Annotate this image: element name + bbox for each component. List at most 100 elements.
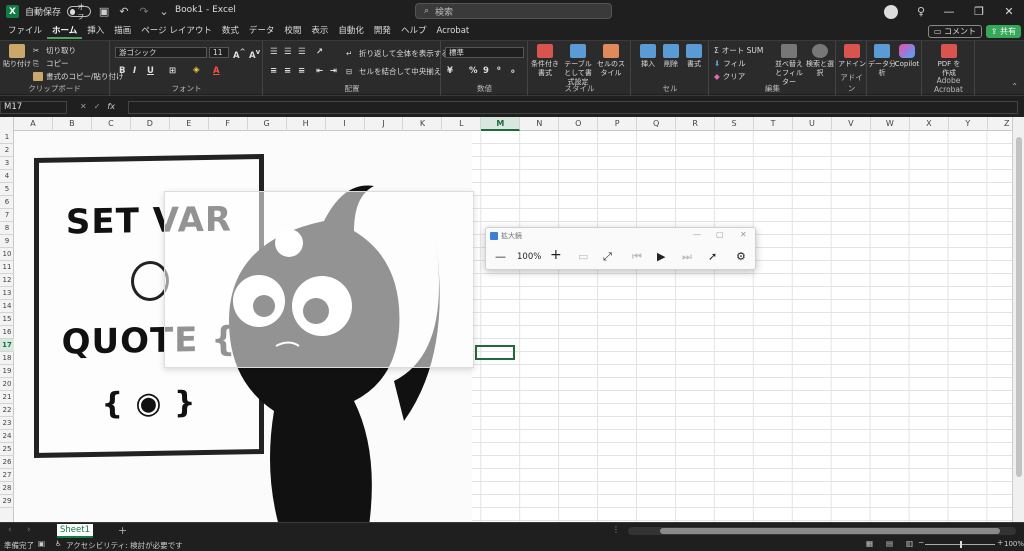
row-header-19[interactable]: 19 (0, 365, 14, 378)
vertical-scroll-thumb[interactable] (1016, 137, 1022, 477)
close-button[interactable]: ✕ (994, 5, 1024, 18)
row-header-12[interactable]: 12 (0, 274, 14, 287)
column-header-v[interactable]: V (832, 117, 871, 131)
row-header-18[interactable]: 18 (0, 352, 14, 365)
font-name-select[interactable]: 游ゴシック (115, 47, 207, 58)
row-header-26[interactable]: 26 (0, 456, 14, 469)
row-header-16[interactable]: 16 (0, 326, 14, 339)
row-header-3[interactable]: 3 (0, 157, 14, 170)
row-header-7[interactable]: 7 (0, 209, 14, 222)
row-header-24[interactable]: 24 (0, 430, 14, 443)
column-header-h[interactable]: H (287, 117, 326, 131)
tab-5[interactable]: 数式 (217, 23, 244, 39)
column-header-a[interactable]: A (14, 117, 53, 131)
cell-styles-button[interactable]: セルのスタイル (597, 44, 625, 78)
play-icon[interactable]: ▶ (657, 250, 665, 263)
column-header-x[interactable]: X (910, 117, 949, 131)
status-zoom-level[interactable]: 100% (1004, 540, 1024, 548)
expand-icon[interactable]: ⤢ (603, 250, 612, 264)
row-header-10[interactable]: 10 (0, 248, 14, 261)
zoom-out-button[interactable]: — (495, 250, 506, 263)
column-header-o[interactable]: O (559, 117, 599, 131)
collapse-ribbon-icon[interactable]: ⌃ (1011, 82, 1018, 91)
magnifier-close-button[interactable]: ✕ (740, 230, 747, 239)
column-header-m[interactable]: M (481, 117, 521, 131)
cut-button[interactable]: ✂ 切り取り (33, 45, 76, 56)
insert-function-icon[interactable]: fx (107, 102, 115, 111)
align-bottom-icon[interactable]: ☰ (298, 47, 306, 57)
column-header-e[interactable]: E (170, 117, 209, 131)
column-header-s[interactable]: S (715, 117, 755, 131)
orientation-icon[interactable]: ↗ (316, 47, 323, 57)
normal-view-icon[interactable]: ▦ (866, 539, 873, 548)
share-button[interactable]: ⇪ 共有 (985, 25, 1021, 38)
fill-button[interactable]: ⬇ フィル (714, 58, 746, 69)
customize-qat-icon[interactable]: ⌄ (157, 5, 171, 18)
decrease-decimal-icon[interactable]: ₀ (511, 66, 515, 76)
clear-button[interactable]: ◆ クリア (714, 71, 745, 82)
row-header-17[interactable]: 17 (0, 339, 14, 352)
accessibility-icon[interactable]: ♿ (55, 539, 62, 548)
horizontal-scrollbar[interactable] (628, 527, 1016, 535)
enter-icon[interactable]: ✓ (94, 102, 101, 111)
row-header-6[interactable]: 6 (0, 196, 14, 209)
row-header-11[interactable]: 11 (0, 261, 14, 274)
column-header-d[interactable]: D (131, 117, 170, 131)
row-header-15[interactable]: 15 (0, 313, 14, 326)
settings-gear-icon[interactable]: ⚙ (736, 250, 746, 263)
fit-icon[interactable]: ▭ (578, 250, 588, 263)
next-icon[interactable]: ⏭ (682, 250, 692, 264)
minimize-button[interactable]: — (934, 5, 964, 18)
magnifier-maximize-button[interactable]: ▢ (716, 230, 724, 239)
tab-11[interactable]: ヘルプ (396, 23, 432, 39)
magnifier-minimize-button[interactable]: — (693, 230, 701, 239)
lightbulb-icon[interactable]: ♀ (908, 5, 934, 18)
indent-icon[interactable]: ⇤ (316, 66, 323, 76)
undo-icon[interactable]: ↶ (117, 5, 131, 18)
copilot-button[interactable]: Copilot (893, 44, 921, 69)
column-header-l[interactable]: L (442, 117, 482, 131)
row-header-22[interactable]: 22 (0, 404, 14, 417)
tab-12[interactable]: Acrobat (431, 23, 474, 39)
column-header-b[interactable]: B (53, 117, 92, 131)
row-header-28[interactable]: 28 (0, 482, 14, 495)
percent-icon[interactable]: % (469, 66, 478, 76)
font-size-select[interactable]: 11 (209, 47, 229, 58)
name-box[interactable]: M17 (0, 101, 67, 114)
increase-decimal-icon[interactable]: ⁰ (497, 66, 501, 76)
cancel-icon[interactable]: ✕ (80, 102, 87, 111)
font-color-icon[interactable]: A (213, 66, 220, 76)
row-header-13[interactable]: 13 (0, 287, 14, 300)
tab-10[interactable]: 開発 (369, 23, 396, 39)
increase-font-icon[interactable]: A^ (233, 47, 246, 61)
column-header-n[interactable]: N (520, 117, 560, 131)
column-header-k[interactable]: K (404, 117, 443, 131)
tab-8[interactable]: 表示 (306, 23, 333, 39)
column-header-c[interactable]: C (92, 117, 131, 131)
comma-icon[interactable]: 9 (483, 66, 489, 76)
row-header-4[interactable]: 4 (0, 170, 14, 183)
column-header-p[interactable]: P (598, 117, 638, 131)
column-header-f[interactable]: F (209, 117, 248, 131)
row-header-25[interactable]: 25 (0, 443, 14, 456)
column-header-g[interactable]: G (248, 117, 287, 131)
zoom-in-button[interactable]: + (550, 247, 562, 263)
row-header-29[interactable]: 29 (0, 495, 14, 508)
comment-button[interactable]: ▭ コメント (927, 25, 982, 38)
column-header-q[interactable]: Q (637, 117, 677, 131)
sheet-tab-sheet1[interactable]: Sheet1 (57, 524, 93, 538)
zoom-in-status-icon[interactable]: + (997, 538, 1003, 547)
format-cells-button[interactable]: 書式 (680, 44, 708, 69)
selected-cell[interactable] (475, 345, 515, 360)
italic-button[interactable]: I (133, 66, 136, 76)
column-header-w[interactable]: W (871, 117, 910, 131)
paste-button[interactable]: 貼り付け (3, 44, 31, 69)
align-left-icon[interactable]: ≡ (270, 66, 277, 76)
maximize-button[interactable]: ❐ (964, 5, 994, 18)
format-painter-button[interactable]: 書式のコピー/貼り付け (33, 71, 124, 82)
decrease-font-icon[interactable]: Av (249, 47, 260, 61)
autosave-toggle[interactable]: オフ (67, 3, 92, 21)
fill-color-icon[interactable]: ◈ (193, 65, 200, 75)
zoom-out-status-icon[interactable]: − (918, 538, 924, 547)
tab-6[interactable]: データ (244, 23, 280, 39)
